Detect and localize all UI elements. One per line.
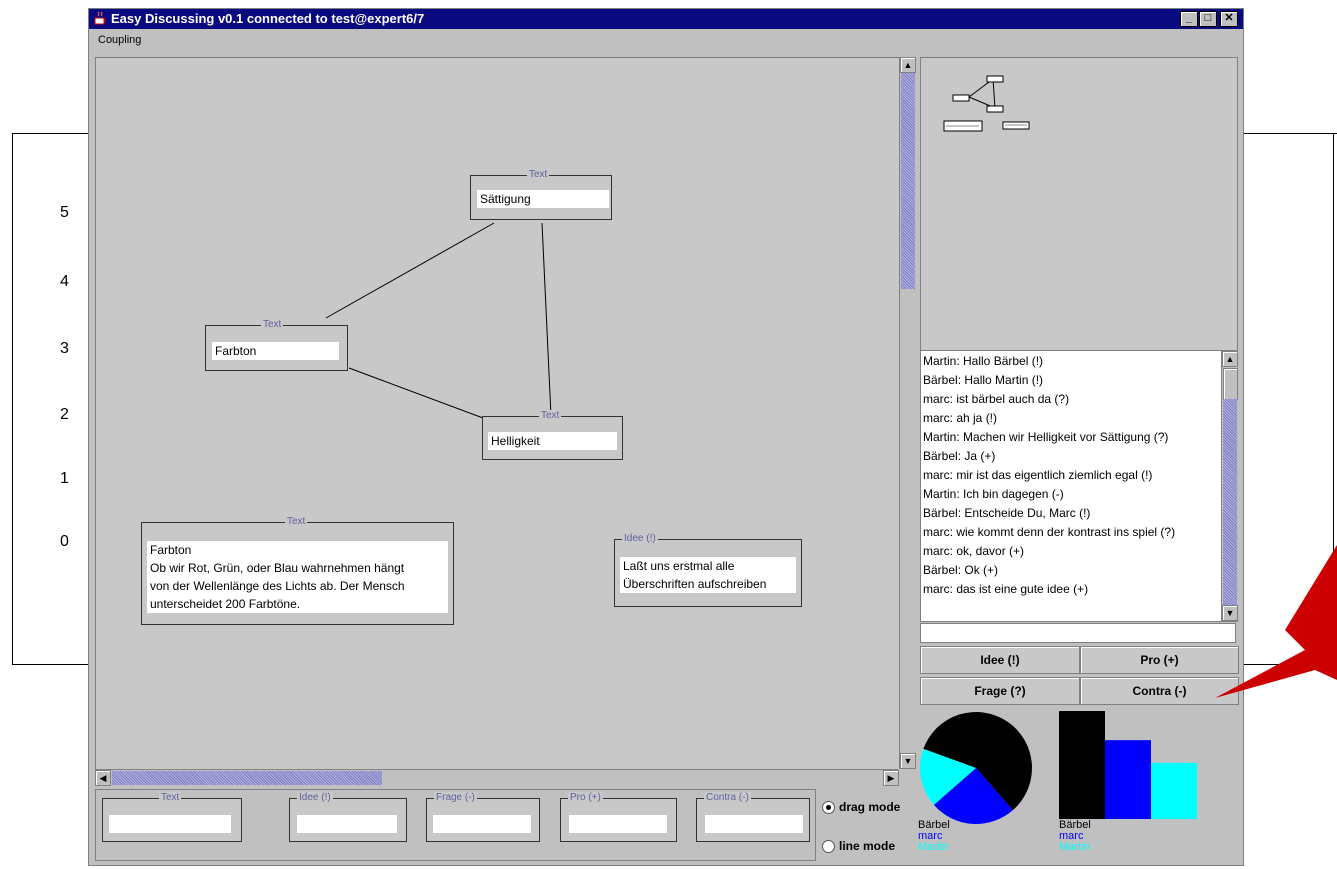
menu-bar: Coupling: [89, 31, 1243, 53]
background-tick-3: 3: [60, 340, 69, 357]
node-idee[interactable]: Idee (!) Laßt uns erstmal alle Überschri…: [614, 533, 802, 607]
background-tick-2: 2: [60, 406, 69, 423]
node-connections: [325, 222, 552, 419]
bar-legend-martin: Martin: [1059, 841, 1090, 853]
node-helligkeit[interactable]: Text Helligkeit: [482, 410, 623, 460]
palette-field: [569, 815, 667, 833]
node-type-label: Text: [527, 169, 550, 180]
node-type-label: Text: [159, 792, 182, 803]
chat-scroll-up-arrow-icon[interactable]: ▲: [1222, 351, 1238, 367]
chat-message: Martin: Ich bin dagegen (-): [923, 487, 1064, 501]
participation-bar-chart: [1059, 711, 1197, 819]
maximize-button[interactable]: □: [1199, 11, 1217, 27]
drag-mode-radio[interactable]: [822, 801, 835, 814]
chat-message: marc: das ist eine gute idee (+): [923, 582, 1089, 596]
chat-message: Bärbel: Ok (+): [923, 563, 999, 577]
frage-button[interactable]: Frage (?): [920, 677, 1080, 705]
node-type-label: Idee (!): [622, 533, 658, 544]
background-slide-right-line: [1240, 133, 1337, 134]
drag-mode-label[interactable]: drag mode: [839, 800, 900, 814]
node-farbton[interactable]: Text Farbton: [205, 319, 348, 371]
line-mode-label[interactable]: line mode: [839, 839, 895, 853]
node-palette: Text Idee (!) Frage (-) Pro (+) Contra (…: [95, 789, 816, 861]
bar-Martin: [1151, 762, 1197, 819]
app-window: Easy Discussing v0.1 connected to test@e…: [88, 8, 1244, 866]
chat-log[interactable]: Martin: Hallo Bärbel (!) Bärbel: Hallo M…: [920, 350, 1238, 622]
node-text[interactable]: Farbton: [212, 342, 339, 360]
edge-farbton-helligkeit: [348, 367, 484, 419]
palette-field: [433, 815, 531, 833]
chat-message: marc: ok, davor (+): [923, 544, 1025, 558]
vertical-scroll-thumb[interactable]: [901, 73, 915, 289]
minimap-drawing: [943, 75, 1030, 132]
canvas-horizontal-scrollbar[interactable]: ◀ ▶: [95, 769, 899, 786]
close-button[interactable]: ✕: [1220, 11, 1238, 27]
node-text[interactable]: Farbton Ob wir Rot, Grün, oder Blau wahr…: [147, 541, 448, 613]
chat-message: Martin: Hallo Bärbel (!): [923, 354, 1044, 368]
chat-message: marc: wie kommt denn der kontrast ins sp…: [923, 525, 1176, 539]
annotation-arrow-icon: [1215, 545, 1337, 698]
node-type-label: Frage (-): [434, 792, 477, 803]
node-type-label: Contra (-): [704, 792, 751, 803]
palette-item-contra[interactable]: Contra (-): [696, 792, 810, 842]
scroll-up-arrow-icon[interactable]: ▲: [900, 57, 916, 73]
overview-minimap[interactable]: [920, 57, 1238, 351]
chat-message: Bärbel: Ja (+): [923, 449, 996, 463]
horizontal-scroll-thumb[interactable]: [112, 771, 382, 785]
idee-button[interactable]: Idee (!): [920, 646, 1080, 674]
node-type-label: Pro (+): [568, 792, 603, 803]
chat-message: marc: ist bärbel auch da (?): [923, 392, 1070, 406]
node-type-label: Text: [539, 410, 562, 421]
scroll-corner: [899, 769, 915, 785]
palette-field: [705, 815, 803, 833]
bar-legend-baerbel: Bärbel: [1059, 819, 1091, 831]
chat-message: marc: mir ist das eigentlich ziemlich eg…: [923, 468, 1153, 482]
chat-message: marc: ah ja (!): [923, 411, 998, 425]
node-text[interactable]: Sättigung: [477, 190, 609, 208]
scroll-down-arrow-icon[interactable]: ▼: [900, 753, 916, 769]
scroll-left-arrow-icon[interactable]: ◀: [95, 770, 111, 786]
node-text[interactable]: Laßt uns erstmal alle Überschriften aufs…: [620, 557, 796, 593]
palette-item-pro[interactable]: Pro (+): [560, 792, 677, 842]
bar-Bärbel: [1059, 711, 1105, 819]
node-type-label: Idee (!): [297, 792, 333, 803]
palette-item-idee[interactable]: Idee (!): [289, 792, 407, 842]
bar-marc: [1105, 740, 1151, 819]
node-saettigung[interactable]: Text Sättigung: [470, 169, 612, 220]
edge-saettigung-helligkeit: [541, 222, 552, 417]
background-tick-5: 5: [60, 204, 69, 221]
window-title: Easy Discussing v0.1 connected to test@e…: [111, 11, 425, 26]
chat-scroll-thumb-top[interactable]: [1223, 368, 1238, 400]
chat-message: Martin: Machen wir Helligkeit vor Sättig…: [923, 430, 1169, 444]
chat-message: Bärbel: Entscheide Du, Marc (!): [923, 506, 1091, 520]
palette-item-frage[interactable]: Frage (-): [426, 792, 540, 842]
background-tick-4: 4: [60, 273, 69, 290]
palette-field: [109, 815, 231, 833]
pie-legend-marc: marc: [918, 830, 943, 842]
pie-legend-martin: Martin: [918, 841, 949, 853]
scroll-right-arrow-icon[interactable]: ▶: [883, 770, 899, 786]
background-tick-1: 1: [60, 470, 69, 487]
java-cup-icon: [93, 11, 108, 26]
discussion-canvas[interactable]: Text Sättigung Text Farbton Text Helligk…: [95, 57, 900, 771]
edge-saettigung-farbton: [325, 222, 495, 319]
node-type-label: Text: [285, 516, 308, 527]
menu-coupling[interactable]: Coupling: [98, 34, 141, 46]
title-bar[interactable]: Easy Discussing v0.1 connected to test@e…: [89, 9, 1243, 29]
background-tick-0: 0: [60, 533, 69, 550]
node-farbton-description[interactable]: Text Farbton Ob wir Rot, Grün, oder Blau…: [141, 516, 454, 625]
chat-input[interactable]: [920, 623, 1236, 643]
palette-item-text[interactable]: Text: [102, 792, 242, 842]
pie-legend-baerbel: Bärbel: [918, 819, 950, 831]
bar-legend-marc: marc: [1059, 830, 1084, 842]
node-text[interactable]: Helligkeit: [488, 432, 617, 450]
line-mode-radio[interactable]: [822, 840, 835, 853]
participation-pie-chart: [920, 712, 1032, 824]
node-type-label: Text: [261, 319, 284, 330]
chat-message: Bärbel: Hallo Martin (!): [923, 373, 1044, 387]
palette-field: [297, 815, 397, 833]
minimize-button[interactable]: _: [1180, 11, 1198, 27]
canvas-vertical-scrollbar[interactable]: ▲ ▼: [899, 57, 916, 769]
